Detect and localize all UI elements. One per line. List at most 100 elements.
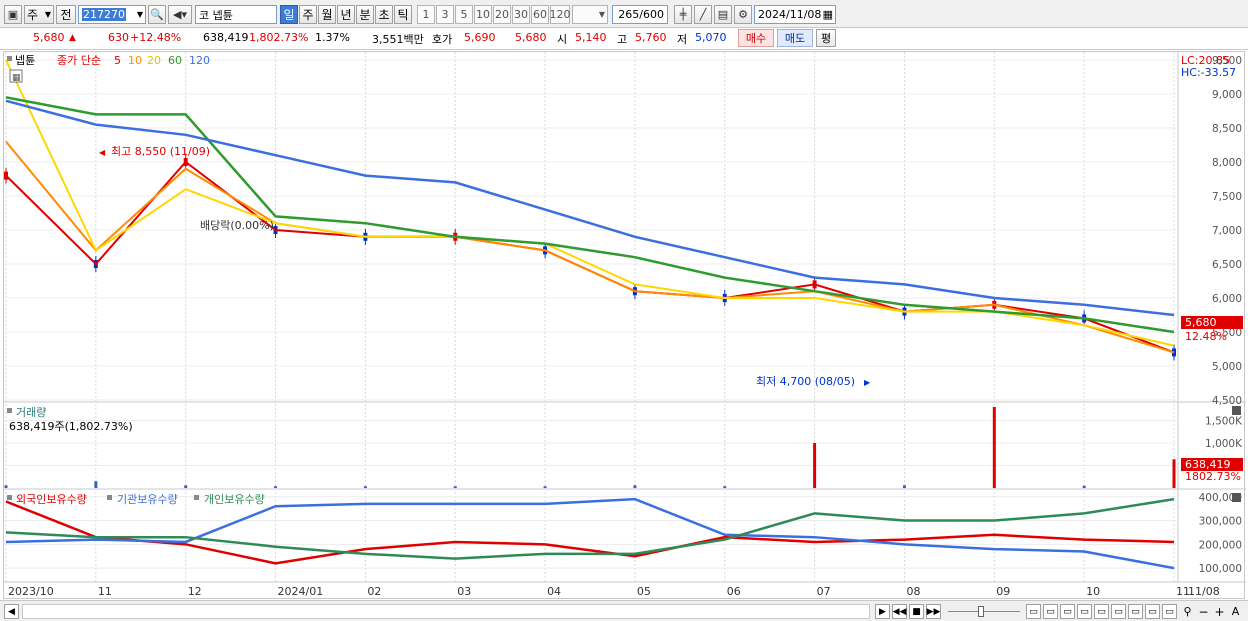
zoom-in-icon[interactable]: +	[1212, 604, 1227, 619]
date-input[interactable]: 2024/11/08 ▦	[754, 5, 836, 24]
font-size-icon[interactable]: A	[1228, 604, 1243, 619]
type-label: 주	[27, 8, 39, 22]
gear-icon[interactable]: ⚙	[734, 5, 752, 24]
legend-ma20: 20	[147, 54, 161, 67]
count-value: 265	[618, 8, 640, 21]
layout-icon-6[interactable]: ▭	[1111, 604, 1126, 619]
window-icon[interactable]: ▣	[4, 5, 22, 24]
legend-institution: 기관보유수량	[117, 493, 178, 506]
forward-icon[interactable]: ▶▶	[926, 604, 941, 619]
stock-name-field[interactable]: 코 넵튠	[195, 5, 277, 24]
legend-marker	[194, 495, 199, 500]
rewind-icon[interactable]: ◀◀	[892, 604, 907, 619]
legend-ma5: 5	[114, 54, 121, 67]
count-field[interactable]: 265/600	[612, 5, 668, 24]
high-annotation: ◀ 최고 8,550 (11/09)	[99, 145, 210, 158]
buy-button[interactable]: 매수	[738, 29, 774, 47]
chevron-down-icon: ▼	[598, 10, 605, 19]
candle-icon[interactable]: ╪	[674, 5, 692, 24]
zoom-slider[interactable]	[948, 604, 1020, 619]
legend-marker	[7, 495, 12, 500]
scroll-track[interactable]	[22, 604, 870, 619]
period-second-button[interactable]: 초	[375, 5, 393, 24]
bottom-scrollbar: ◀ ▶ ◀◀ ■ ▶▶ ▭ ▭ ▭ ▭ ▭ ▭ ▭ ▭ ▭ ⚲ − + A	[0, 600, 1248, 621]
x-axis-label: 08	[906, 585, 920, 598]
legend-ma-label: 종가 단순	[57, 54, 101, 67]
num-button-30[interactable]: 30	[512, 5, 530, 24]
layout-icon-4[interactable]: ▭	[1077, 604, 1092, 619]
sell-button[interactable]: 매도	[777, 29, 813, 47]
legend-ma60: 60	[168, 54, 182, 67]
period-year-button[interactable]: 년	[337, 5, 355, 24]
price-y-tick: 4,500	[1212, 395, 1242, 407]
num-button-120[interactable]: 120	[550, 5, 571, 24]
volume-bar	[902, 485, 906, 488]
period-tick-button[interactable]: 틱	[394, 5, 412, 24]
market-prefix: 코	[199, 8, 210, 22]
layout-icon-2[interactable]: ▭	[1043, 604, 1058, 619]
num-button-1[interactable]: 1	[417, 5, 435, 24]
average-button[interactable]: 평	[816, 29, 836, 47]
low-price: 5,070	[695, 31, 727, 44]
scroll-left-icon[interactable]: ◀	[4, 604, 19, 619]
period-month-button[interactable]: 월	[318, 5, 336, 24]
high-price: 5,760	[635, 31, 667, 44]
num-button-20[interactable]: 20	[493, 5, 511, 24]
hc-label: HC:-33.57	[1181, 66, 1236, 79]
high-annotation-text: 최고 8,550 (11/09)	[111, 145, 210, 158]
custom-period-select[interactable]: ▼	[572, 5, 608, 24]
x-axis-label: 2024/01	[278, 585, 324, 598]
open-price: 5,140	[575, 31, 607, 44]
layout-icon-9[interactable]: ▭	[1162, 604, 1177, 619]
legend-ma10: 10	[128, 54, 142, 67]
stop-icon[interactable]: ■	[909, 604, 924, 619]
turnover-rate: 1.37%	[315, 31, 350, 44]
volume-title: 거래량	[16, 406, 46, 419]
type-select[interactable]: 주 ▼	[24, 5, 54, 24]
code-input[interactable]: 217270 ▼	[78, 5, 146, 24]
chart-area[interactable]: 9,500 9,000 8,500 8,000 7,500 7,000 6,500 6,000…	[3, 51, 1246, 599]
layout-icon-8[interactable]: ▭	[1145, 604, 1160, 619]
x-axis-label: 06	[727, 585, 741, 598]
save-icon[interactable]: ▤	[714, 5, 732, 24]
period-minute-button[interactable]: 분	[356, 5, 374, 24]
price-change-pct: +12.48%	[130, 31, 182, 44]
layout-icon-1[interactable]: ▭	[1026, 604, 1041, 619]
period-day-button[interactable]: 일	[280, 5, 298, 24]
line-tool-icon[interactable]: ╱	[694, 5, 712, 24]
prev-button[interactable]: 전	[56, 5, 76, 24]
high-label: 고	[617, 33, 628, 46]
x-axis-label: 04	[547, 585, 561, 598]
holding-legend: 외국인보유수량 기관보유수량 개인보유수량	[7, 493, 265, 506]
legend-stock-name: 넵튠	[15, 54, 35, 67]
zoom-search-icon[interactable]: ⚲	[1180, 604, 1195, 619]
chart-canvas: 9,5009,0008,5008,0007,5007,0006,5006,000…	[4, 52, 1246, 598]
num-button-10[interactable]: 10	[474, 5, 492, 24]
period-week-button[interactable]: 주	[299, 5, 317, 24]
right-arrow-icon: ▶	[864, 378, 871, 387]
x-axis-label: 02	[367, 585, 381, 598]
price-change: 630	[108, 31, 129, 44]
horizontal-gridlines	[4, 59, 1178, 569]
speaker-icon[interactable]: ◀▾	[168, 5, 192, 24]
volume-bar	[1172, 459, 1176, 488]
layout-icon-5[interactable]: ▭	[1094, 604, 1109, 619]
legend-marker	[107, 495, 112, 500]
volume-bar	[723, 486, 727, 488]
ma-line-120	[5, 99, 1175, 317]
search-icon[interactable]: 🔍	[148, 5, 166, 24]
layout-icon-7[interactable]: ▭	[1128, 604, 1143, 619]
panel-close-icon[interactable]	[1232, 406, 1241, 415]
num-button-60[interactable]: 60	[531, 5, 549, 24]
num-button-5[interactable]: 5	[455, 5, 473, 24]
x-axis-label: 03	[457, 585, 471, 598]
volume-y-tick: 1,000K	[1205, 438, 1243, 450]
legend-marker	[7, 408, 12, 413]
panel-close-icon[interactable]	[1232, 493, 1241, 502]
chevron-down-icon: ▼	[136, 10, 143, 19]
price-y-tick: 6,500	[1212, 259, 1242, 271]
num-button-3[interactable]: 3	[436, 5, 454, 24]
play-icon[interactable]: ▶	[875, 604, 890, 619]
zoom-out-icon[interactable]: −	[1196, 604, 1211, 619]
layout-icon-3[interactable]: ▭	[1060, 604, 1075, 619]
